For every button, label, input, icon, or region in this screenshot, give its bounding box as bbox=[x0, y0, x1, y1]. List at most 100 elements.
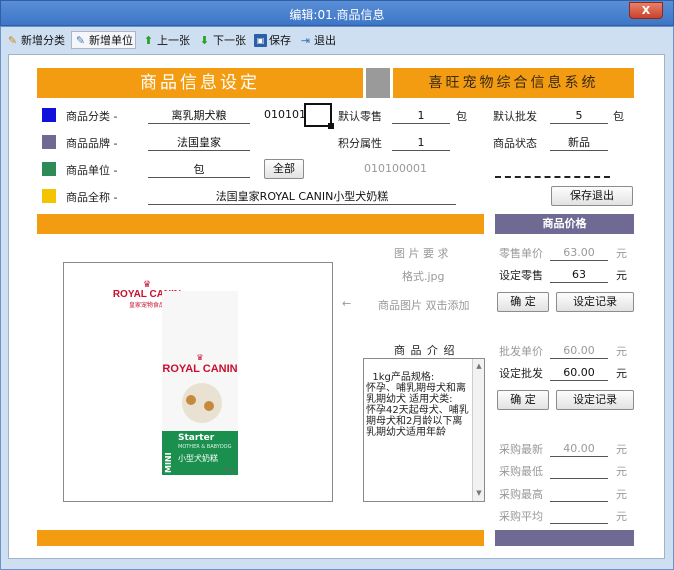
close-button[interactable]: X bbox=[629, 2, 663, 19]
intro-text: 1kg产品规格: 怀孕、哺乳期母犬和离乳期幼犬 适用犬类: 怀孕42天起母犬、哺… bbox=[366, 372, 469, 438]
exit-door-icon: ⇥ bbox=[300, 33, 311, 47]
brand-color-swatch bbox=[42, 135, 56, 149]
points-label: 积分属性 bbox=[338, 137, 382, 150]
purchase-avg-currency: 元 bbox=[616, 510, 627, 523]
wholesale-unit-label: 批发单价 bbox=[499, 345, 543, 358]
toolbar: ✎ 新增分类 ✎ 新增单位 ⬆ 上一张 ⬇ 下一张 ▣ 保存 ⇥ 退出 bbox=[4, 30, 338, 50]
save-exit-button[interactable]: 保存退出 bbox=[551, 186, 633, 206]
category-color-swatch bbox=[42, 108, 56, 122]
prev-button[interactable]: ⬆ 上一张 bbox=[140, 31, 192, 49]
bag-weight: 1kg bbox=[224, 467, 234, 473]
item-code: 010100001 bbox=[364, 162, 427, 175]
image-format: 格式.jpg bbox=[402, 270, 445, 283]
pencil-icon: ✎ bbox=[75, 33, 86, 47]
status-field[interactable]: 新品 bbox=[550, 134, 608, 151]
image-hint: 商品图片 双击添加 bbox=[378, 299, 470, 312]
set-retail-label: 设定零售 bbox=[499, 269, 543, 282]
next-button[interactable]: ⬇ 下一张 bbox=[196, 31, 248, 49]
purchase-latest-label: 采购最新 bbox=[499, 443, 543, 456]
image-requirement-title: 图 片 要 求 bbox=[394, 247, 449, 260]
title-bar: 编辑:01.商品信息 X bbox=[0, 0, 674, 26]
bag-product-sub: MOTHER & BABYDOG bbox=[178, 444, 232, 450]
puppy-head-2 bbox=[204, 401, 214, 411]
brand-field[interactable]: 法国皇家 bbox=[148, 134, 250, 151]
confirm-wholesale-button[interactable]: 确 定 bbox=[497, 390, 549, 410]
fullname-color-swatch bbox=[42, 189, 56, 203]
fullname-label: 商品全称 - bbox=[66, 191, 118, 204]
floppy-icon: ▣ bbox=[254, 33, 267, 47]
intro-title: 商 品 介 绍 bbox=[394, 344, 456, 357]
arrow-left-icon: ← bbox=[342, 297, 352, 310]
dashed-divider bbox=[495, 176, 610, 178]
brand-label: 商品品牌 - bbox=[66, 137, 118, 150]
arrow-up-icon: ⬆ bbox=[143, 33, 154, 47]
purchase-latest-field: 40.00 bbox=[550, 440, 608, 457]
set-retail-currency: 元 bbox=[616, 269, 627, 282]
exit-button[interactable]: ⇥ 退出 bbox=[297, 31, 338, 49]
exit-label: 退出 bbox=[314, 34, 336, 47]
purchase-max-field bbox=[550, 485, 608, 502]
default-retail-field[interactable]: 1 bbox=[392, 107, 450, 124]
category-field[interactable]: 离乳期犬粮 bbox=[148, 107, 250, 124]
set-wholesale-label: 设定批发 bbox=[499, 367, 543, 380]
add-category-label: 新增分类 bbox=[21, 34, 65, 47]
next-label: 下一张 bbox=[213, 34, 246, 47]
all-button[interactable]: 全部 bbox=[264, 159, 304, 179]
scroll-down-icon[interactable]: ▼ bbox=[473, 488, 484, 499]
wholesale-record-button[interactable]: 设定记录 bbox=[556, 390, 634, 410]
purchase-latest-currency: 元 bbox=[616, 443, 627, 456]
system-name: 喜旺宠物综合信息系统 bbox=[393, 68, 634, 98]
unit-field[interactable]: 包 bbox=[148, 161, 250, 178]
default-wholesale-label: 默认批发 bbox=[493, 110, 537, 123]
retail-unit-label: 零售单价 bbox=[499, 247, 543, 260]
code-picker-handle[interactable] bbox=[328, 123, 334, 129]
category-label: 商品分类 - bbox=[66, 110, 118, 123]
default-wholesale-field[interactable]: 5 bbox=[550, 107, 608, 124]
add-category-button[interactable]: ✎ 新增分类 bbox=[4, 31, 67, 49]
purchase-max-currency: 元 bbox=[616, 488, 627, 501]
arrow-down-icon: ⬇ bbox=[199, 33, 210, 47]
purchase-min-currency: 元 bbox=[616, 465, 627, 478]
status-label: 商品状态 bbox=[493, 137, 537, 150]
points-field[interactable]: 1 bbox=[392, 134, 450, 151]
scroll-up-icon[interactable]: ▲ bbox=[473, 361, 484, 372]
intro-scrollbar[interactable]: ▲ ▼ bbox=[472, 359, 484, 501]
save-label: 保存 bbox=[269, 34, 291, 47]
bag-brand: ROYAL CANIN bbox=[162, 363, 238, 375]
purchase-min-field bbox=[550, 462, 608, 479]
bag-line: MINI bbox=[164, 452, 173, 473]
purchase-avg-field bbox=[550, 507, 608, 524]
bottom-price-band bbox=[495, 530, 634, 546]
add-unit-button[interactable]: ✎ 新增单位 bbox=[71, 31, 136, 49]
add-unit-label: 新增单位 bbox=[89, 34, 133, 47]
bag-crown-icon: ♛ bbox=[196, 353, 204, 362]
confirm-retail-button[interactable]: 确 定 bbox=[497, 292, 549, 312]
wholesale-unit-currency: 元 bbox=[616, 345, 627, 358]
wholesale-unit-field: 60.00 bbox=[550, 342, 608, 359]
save-button[interactable]: ▣ 保存 bbox=[252, 31, 293, 49]
retail-record-button[interactable]: 设定记录 bbox=[556, 292, 634, 312]
purchase-min-label: 采购最低 bbox=[499, 465, 543, 478]
section-band bbox=[37, 214, 484, 234]
purchase-avg-label: 采购平均 bbox=[499, 510, 543, 523]
retail-unit-field: 63.00 bbox=[550, 244, 608, 261]
pencil-icon: ✎ bbox=[7, 33, 18, 47]
fullname-field[interactable]: 法国皇家ROYAL CANIN小型犬奶糕 bbox=[148, 188, 456, 205]
product-bag: ♛ ROYAL CANIN MINI Starter MOTHER & BABY… bbox=[162, 291, 238, 475]
page-title: 商品信息设定 bbox=[37, 68, 363, 98]
crown-icon: ♛ bbox=[142, 280, 152, 290]
bottom-band bbox=[37, 530, 484, 546]
bag-cn-name: 小型犬奶糕 bbox=[178, 454, 218, 463]
header-divider bbox=[366, 68, 390, 98]
purchase-max-label: 采购最高 bbox=[499, 488, 543, 501]
product-image[interactable]: ♛ ROYAL CANIN 皇家宠物食品 ♛ ROYAL CANIN MINI … bbox=[63, 262, 333, 502]
set-retail-field[interactable]: 63 bbox=[550, 266, 608, 283]
puppy-head-1 bbox=[186, 395, 196, 405]
retail-unit-currency: 元 bbox=[616, 247, 627, 260]
intro-textarea[interactable]: 1kg产品规格: 怀孕、哺乳期母犬和离乳期幼犬 适用犬类: 怀孕42天起母犬、哺… bbox=[363, 358, 485, 502]
window-title: 编辑:01.商品信息 bbox=[289, 8, 385, 22]
default-wholesale-unit: 包 bbox=[613, 110, 624, 123]
set-wholesale-field[interactable]: 60.00 bbox=[550, 364, 608, 381]
unit-color-swatch bbox=[42, 162, 56, 176]
default-retail-label: 默认零售 bbox=[338, 110, 382, 123]
